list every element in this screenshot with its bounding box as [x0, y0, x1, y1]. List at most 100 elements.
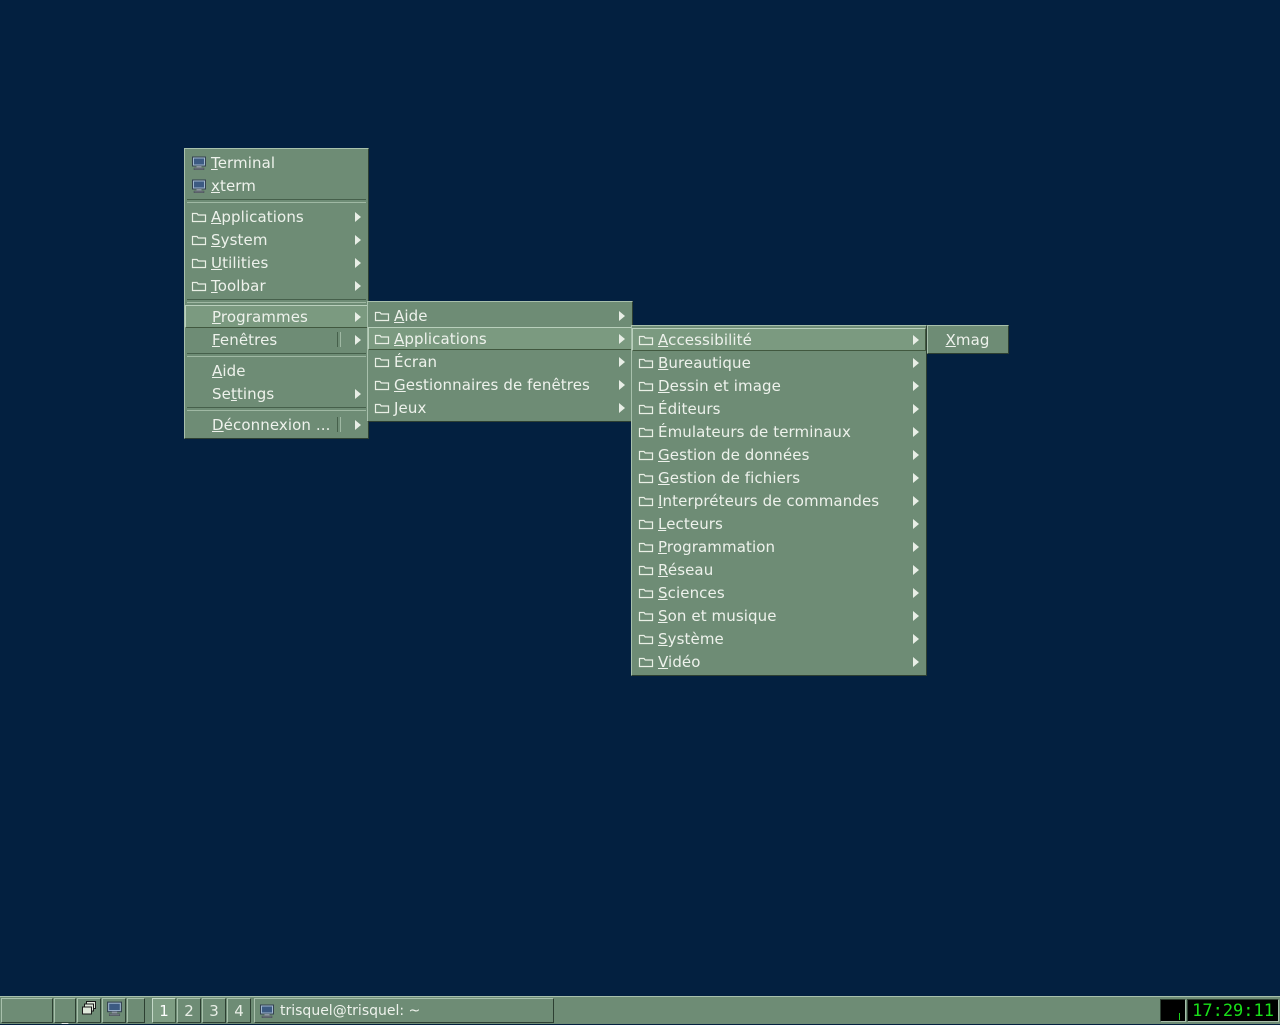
menu-item-label: Gestion de fichiers — [658, 468, 801, 487]
menu-item-interpreteurs-de-commandes[interactable]: Interpréteurs de commandes — [632, 489, 926, 512]
folder-icon — [638, 585, 654, 601]
menu-item-dessin-et-image[interactable]: Dessin et image — [632, 374, 926, 397]
folder-icon — [374, 400, 390, 416]
root-menu[interactable]: Terminal xterm Applications System Utili… — [184, 148, 369, 439]
chevron-right-icon — [913, 610, 919, 621]
menu-separator — [187, 299, 366, 303]
chevron-right-icon — [913, 380, 919, 391]
chevron-right-icon — [619, 379, 625, 390]
folder-icon — [638, 401, 654, 417]
menu-item-label: Déconnexion ... — [212, 415, 331, 434]
workspace-button-4[interactable]: 4 — [227, 998, 251, 1023]
menu-item-label: Interpréteurs de commandes — [658, 491, 880, 510]
folder-icon — [638, 332, 654, 348]
folder-icon — [638, 424, 654, 440]
menu-item-label: Son et musique — [658, 606, 777, 625]
menu-item-lecteurs[interactable]: Lecteurs — [632, 512, 926, 535]
windows-icon — [81, 1000, 98, 1021]
menu-item-label: Settings — [212, 384, 275, 403]
menu-item-applications[interactable]: Applications — [185, 205, 368, 228]
menu-item-toolbar[interactable]: Toolbar — [185, 274, 368, 297]
menu-item-gestionnaires-fenetres[interactable]: Gestionnaires de fenêtres — [368, 373, 632, 396]
menu-separator — [187, 407, 366, 411]
menu-item-programmation[interactable]: Programmation — [632, 535, 926, 558]
chevron-right-icon — [913, 403, 919, 414]
menu-separator — [187, 199, 366, 203]
menu-item-jeux[interactable]: Jeux — [368, 396, 632, 419]
menu-item-utilities[interactable]: Utilities — [185, 251, 368, 274]
menu-item-label: Jeux — [394, 398, 427, 417]
hide-windows-button[interactable]: _ — [54, 998, 76, 1025]
folder-icon — [638, 654, 654, 670]
menu-item-label: Lecteurs — [658, 514, 723, 533]
folder-icon — [374, 354, 390, 370]
folder-icon — [374, 308, 390, 324]
folder-icon — [638, 631, 654, 647]
menu-item-xterm[interactable]: xterm — [185, 174, 368, 197]
task-button[interactable]: trisquel@trisquel: ~ — [254, 998, 554, 1023]
menu-item-label: Gestion de données — [658, 445, 810, 464]
menu-item-xmag[interactable]: Xmag — [928, 328, 1008, 351]
menu-item-editeurs[interactable]: Éditeurs — [632, 397, 926, 420]
chevron-right-icon — [619, 333, 625, 344]
menu-item-label: xterm — [211, 176, 257, 195]
folder-icon — [638, 378, 654, 394]
clock-label: 17:29:11 — [1192, 1000, 1274, 1021]
window-list-button[interactable] — [77, 998, 101, 1023]
chevron-right-icon — [913, 334, 919, 345]
menu-item-aide[interactable]: Aide — [185, 359, 368, 382]
menu-item-ecran[interactable]: Écran — [368, 350, 632, 373]
menu-item-label: Applications — [211, 207, 304, 226]
menu-item-applications-sub[interactable]: Applications — [368, 327, 632, 350]
menu-item-fenetres[interactable]: Fenêtres — [185, 328, 368, 351]
menu-item-bureautique[interactable]: Bureautique — [632, 351, 926, 374]
showdesktop-icon — [106, 1000, 123, 1021]
menu-item-gestion-de-donnees[interactable]: Gestion de données — [632, 443, 926, 466]
chevron-right-icon — [355, 388, 361, 399]
workspace-button-2[interactable]: 2 — [177, 998, 201, 1023]
chevron-right-icon — [913, 656, 919, 667]
workspace-label: 4 — [234, 1001, 244, 1020]
menu-item-reseau[interactable]: Réseau — [632, 558, 926, 581]
folder-icon — [638, 355, 654, 371]
menu-item-label: Utilities — [211, 253, 269, 272]
chevron-right-icon — [913, 449, 919, 460]
menu-item-gestion-de-fichiers[interactable]: Gestion de fichiers — [632, 466, 926, 489]
menu-item-system[interactable]: System — [185, 228, 368, 251]
menu-item-settings[interactable]: Settings — [185, 382, 368, 405]
menu-item-video[interactable]: Vidéo — [632, 650, 926, 673]
menu-item-label: Bureautique — [658, 353, 751, 372]
applications-menu[interactable]: Accessibilité Bureautique Dessin et imag… — [631, 325, 927, 676]
chevron-right-icon — [355, 419, 361, 430]
chevron-right-icon — [355, 334, 361, 345]
start-menu-button[interactable] — [1, 998, 53, 1023]
menu-item-label: Programmes — [212, 307, 308, 326]
network-monitor[interactable] — [1160, 999, 1187, 1022]
menu-item-label: Applications — [394, 329, 487, 348]
menu-item-programmes[interactable]: Programmes — [185, 305, 368, 328]
menu-item-son-et-musique[interactable]: Son et musique — [632, 604, 926, 627]
programmes-menu[interactable]: Aide Applications Écran Gestionnaires de… — [367, 301, 633, 422]
taskbar: _ 1 2 3 4 trisquel@trisquel: ~ 17:29:11 — [0, 996, 1280, 1024]
chevron-right-icon — [355, 234, 361, 245]
menu-item-terminal[interactable]: Terminal — [185, 151, 368, 174]
menu-item-systeme[interactable]: Système — [632, 627, 926, 650]
hide-button-label: _ — [61, 1010, 69, 1025]
workspace-button-1[interactable]: 1 — [152, 998, 176, 1023]
menu-item-divider — [337, 332, 341, 347]
menu-item-sciences[interactable]: Sciences — [632, 581, 926, 604]
menu-item-accessibilite[interactable]: Accessibilité — [632, 328, 926, 351]
task-button-label: trisquel@trisquel: ~ — [280, 1002, 421, 1019]
folder-icon — [638, 516, 654, 532]
show-desktop-button[interactable] — [102, 998, 126, 1023]
clock[interactable]: 17:29:11 — [1187, 999, 1279, 1022]
menu-item-label: Aide — [212, 361, 246, 380]
menu-item-aide-sub[interactable]: Aide — [368, 304, 632, 327]
workspace-button-3[interactable]: 3 — [202, 998, 226, 1023]
tray-slot[interactable] — [127, 998, 145, 1023]
menu-item-label: Dessin et image — [658, 376, 781, 395]
menu-item-label: Gestionnaires de fenêtres — [394, 375, 590, 394]
menu-item-emulateurs-de-terminaux[interactable]: Émulateurs de terminaux — [632, 420, 926, 443]
menu-item-deconnexion[interactable]: Déconnexion ... — [185, 413, 368, 436]
accessibilite-menu[interactable]: Xmag — [927, 325, 1009, 354]
